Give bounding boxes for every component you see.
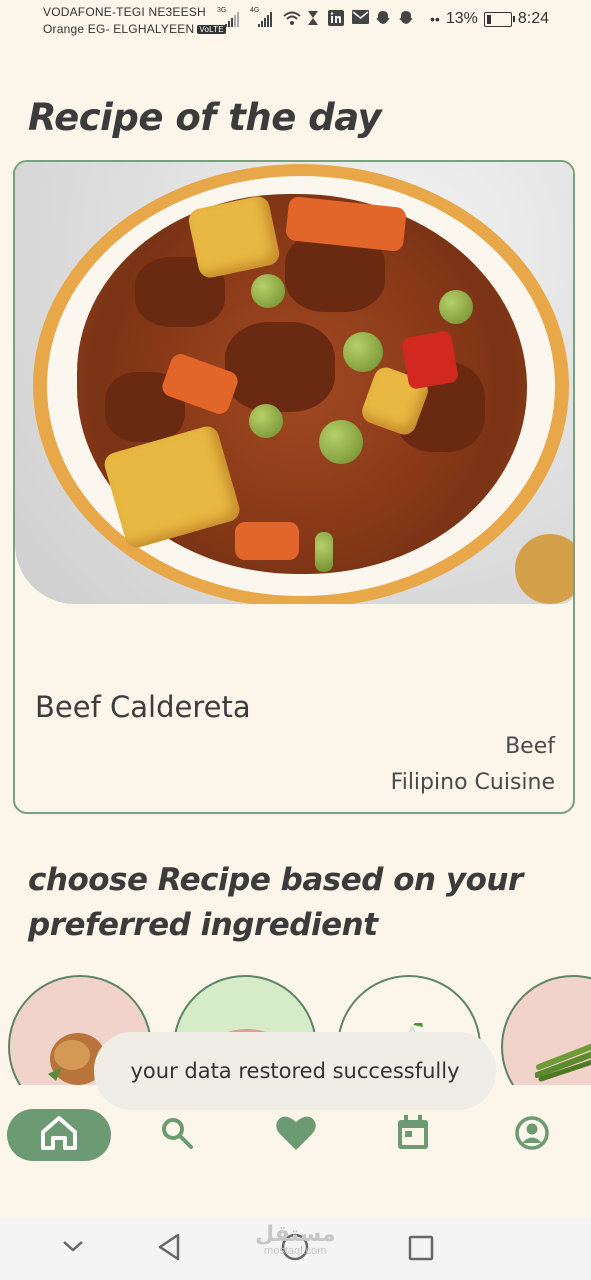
clock: 8:24: [517, 10, 549, 27]
more-notifications-icon: ••: [430, 11, 440, 27]
collapse-icon[interactable]: [62, 1239, 84, 1258]
profile-icon: [514, 1115, 550, 1156]
heart-icon: [275, 1114, 317, 1157]
hourglass-icon: [307, 10, 319, 30]
recipe-cuisine: Filipino Cuisine: [390, 770, 555, 795]
recipe-name: Beef Caldereta: [35, 690, 251, 724]
nav-search[interactable]: [157, 1109, 197, 1161]
nav-planner[interactable]: [393, 1109, 433, 1161]
snapchat-icon: [375, 10, 391, 30]
ingredient-asparagus[interactable]: [501, 975, 591, 1085]
wifi-icon: [283, 10, 301, 30]
mail-icon: [352, 10, 369, 28]
linkedin-icon: [328, 10, 344, 30]
back-icon[interactable]: [157, 1233, 181, 1266]
recipe-category: Beef: [505, 734, 555, 759]
snapchat-icon: [398, 10, 414, 30]
volte-badge: VoLTE: [197, 25, 226, 35]
asparagus-icon: [534, 1039, 591, 1085]
system-navigation-bar: مستقل mostaql.com: [0, 1217, 591, 1280]
recipe-image: [15, 162, 573, 604]
home-icon: [39, 1114, 79, 1157]
nav-home[interactable]: [7, 1109, 111, 1161]
recents-icon[interactable]: [408, 1235, 434, 1266]
search-icon: [160, 1116, 194, 1155]
battery-icon: [483, 11, 515, 27]
signal-icon: 3G: [217, 7, 239, 27]
calendar-icon: [396, 1114, 430, 1156]
watermark-logo: مستقل mostaql.com: [255, 1221, 336, 1258]
signal-icon: 4G: [250, 7, 272, 27]
carrier-2: Orange EG- ELGHALYEEN VoLTE: [43, 22, 226, 36]
battery-percent: 13%: [445, 10, 478, 27]
recipe-of-day-card[interactable]: Beef Caldereta Beef Filipino Cuisine: [13, 160, 575, 814]
status-bar: VODAFONE-TEGI NE3EESH Orange EG- ELGHALY…: [0, 0, 591, 44]
nav-favorites[interactable]: [274, 1109, 318, 1161]
recipe-of-day-heading: Recipe of the day: [28, 96, 382, 139]
status-right: •• 13% 8:24: [430, 10, 549, 28]
toast-message: your data restored successfully: [94, 1032, 496, 1110]
ingredient-heading: choose Recipe based on your preferred in…: [28, 862, 523, 943]
carrier-1: VODAFONE-TEGI NE3EESH: [43, 5, 206, 19]
nav-profile[interactable]: [512, 1109, 552, 1161]
